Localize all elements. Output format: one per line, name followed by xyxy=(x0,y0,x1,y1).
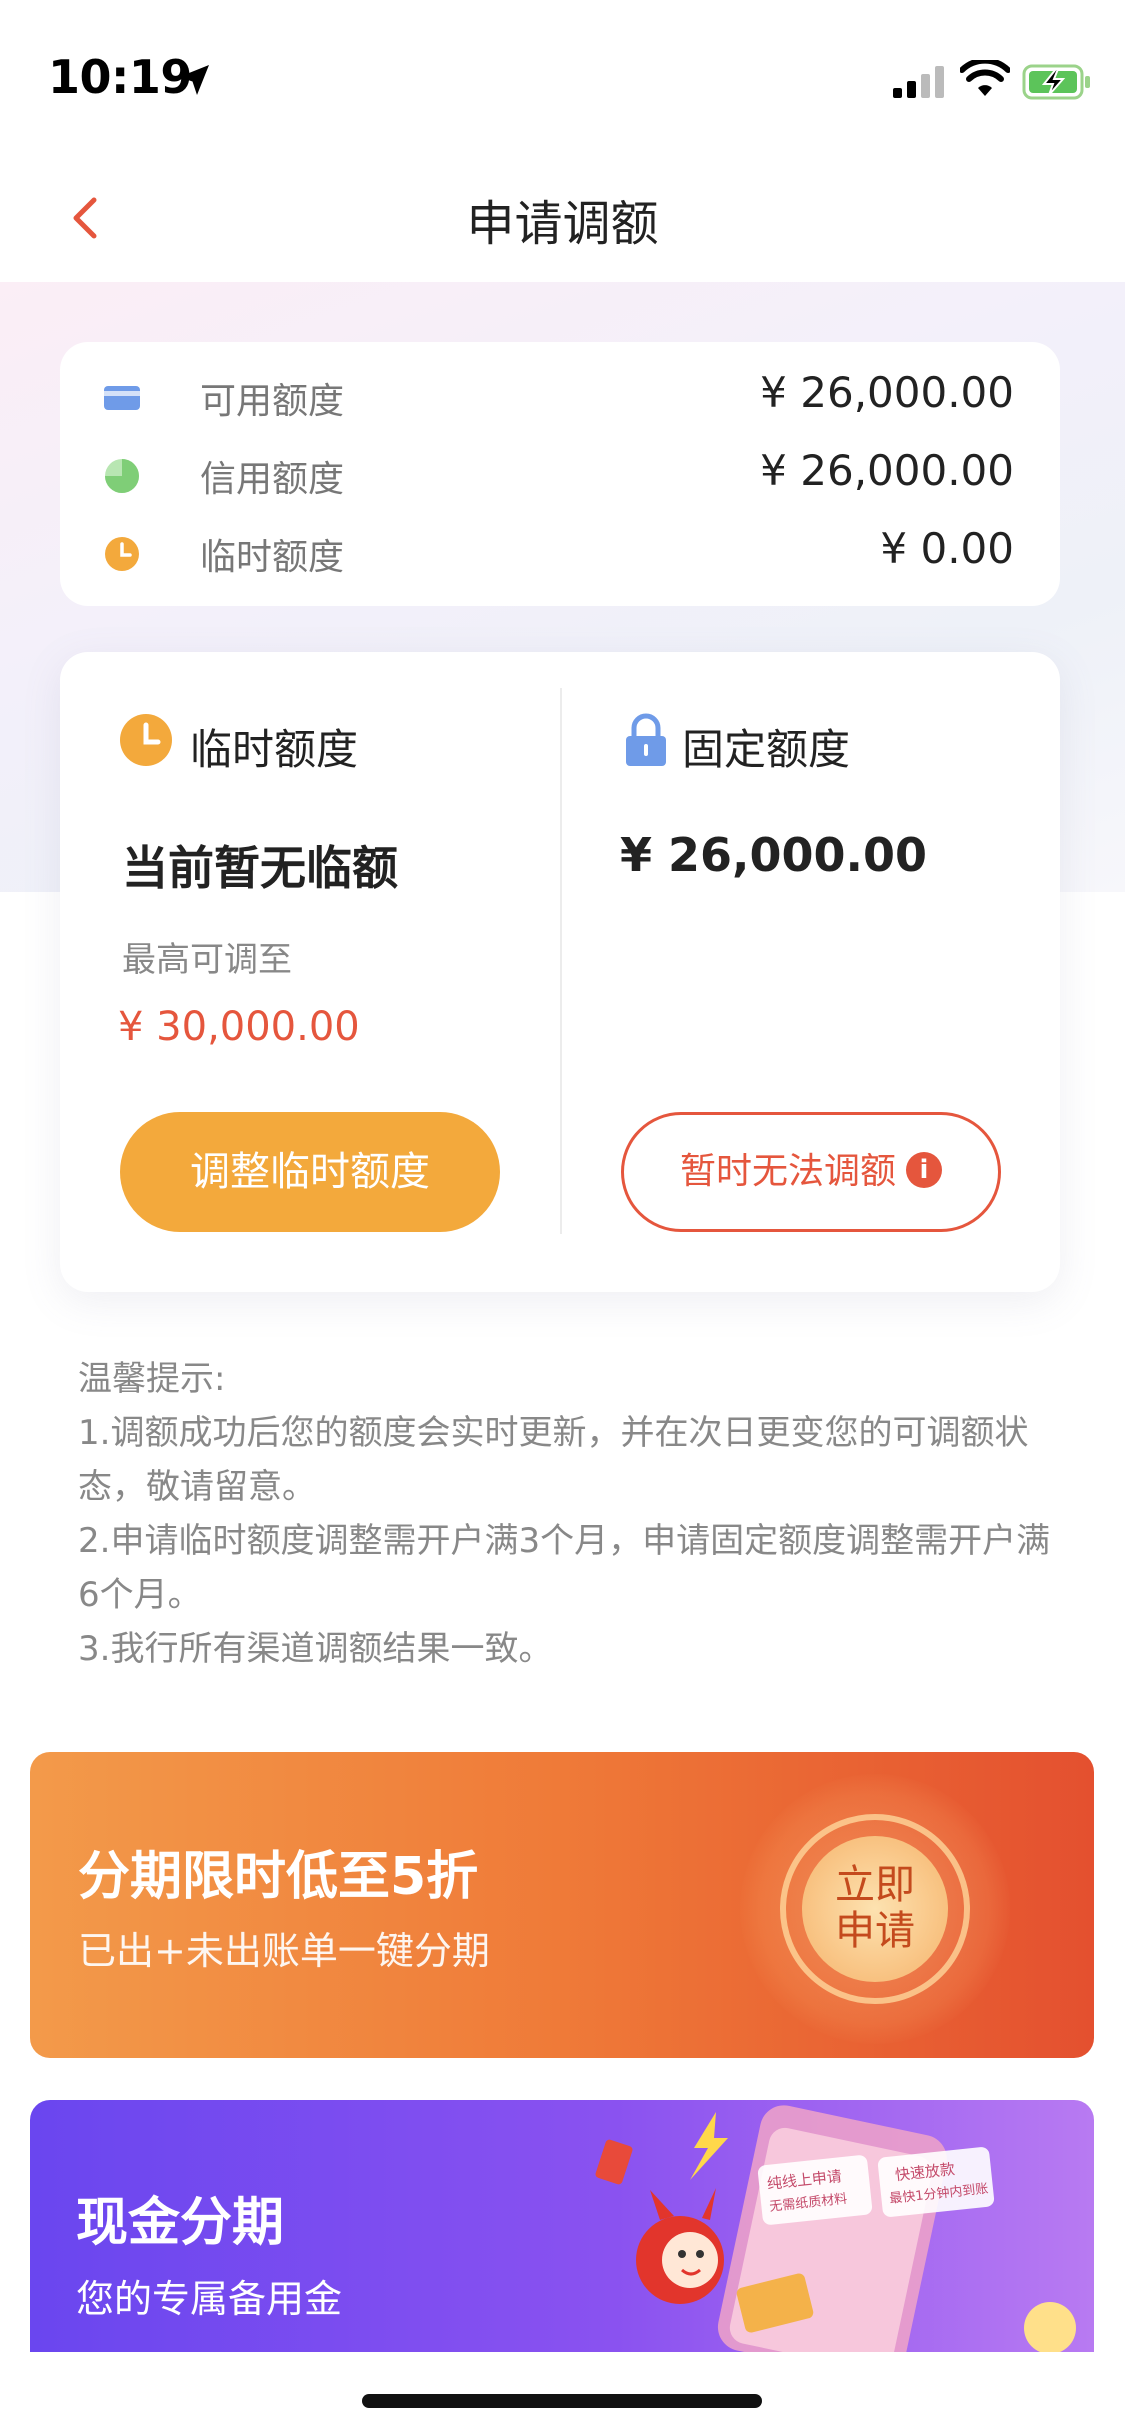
tips-section: 温馨提示: 1.调额成功后您的额度会实时更新，并在次日更变您的可调额状态，敬请留… xyxy=(78,1352,1068,1676)
wifi-icon xyxy=(960,60,1010,96)
navigation-bar: 申请调额 xyxy=(0,150,1125,282)
installment-promo-banner[interactable]: 分期限时低至5折 已出+未出账单一键分期 立即 申请 xyxy=(30,1752,1094,2058)
signal-icon xyxy=(893,66,944,98)
cannot-adjust-label: 暂时无法调额 xyxy=(679,1151,896,1192)
fixed-limit-title: 固定额度 xyxy=(682,725,851,774)
summary-value: ¥ 26,000.00 xyxy=(760,368,1014,417)
summary-row-credit: 信用额度 ¥ 26,000.00 xyxy=(104,444,1014,504)
banner-title: 分期限时低至5折 xyxy=(78,1847,479,1907)
temp-max-value: ¥ 30,000.00 xyxy=(118,1004,360,1050)
fixed-limit-value: ¥ 26,000.00 xyxy=(620,828,928,882)
cannot-adjust-button[interactable]: 暂时无法调额 i xyxy=(621,1112,1001,1232)
tips-item: 3.我行所有渠道调额结果一致。 xyxy=(78,1629,553,1669)
page-title: 申请调额 xyxy=(466,196,659,252)
battery-charging-icon xyxy=(1022,64,1090,100)
temp-limit-title: 临时额度 xyxy=(190,725,359,774)
banner-subtitle: 您的专属备用金 xyxy=(76,2277,343,2321)
apply-now-badge[interactable]: 立即 申请 xyxy=(740,1774,1010,2044)
temp-max-label: 最高可调至 xyxy=(122,940,292,980)
card-icon xyxy=(104,386,140,410)
home-indicator xyxy=(362,2394,762,2408)
summary-label: 可用额度 xyxy=(200,381,345,422)
summary-label: 信用额度 xyxy=(200,459,345,500)
limit-adjust-card: 临时额度 当前暂无临额 最高可调至 ¥ 30,000.00 调整临时额度 固定额… xyxy=(60,652,1060,1292)
badge-core: 立即 申请 xyxy=(802,1836,948,1982)
badge-line: 申请 xyxy=(835,1908,915,1954)
tips-item: 2.申请临时额度调整需开户满3个月，申请固定额度调整需开户满6个月。 xyxy=(78,1521,1051,1615)
badge-line: 立即 xyxy=(835,1862,915,1908)
pie-icon xyxy=(105,459,139,493)
tips-title: 温馨提示: xyxy=(78,1359,226,1399)
column-divider xyxy=(560,688,562,1234)
summary-label: 临时额度 xyxy=(200,537,345,578)
tips-item: 1.调额成功后您的额度会实时更新，并在次日更变您的可调额状态，敬请留意。 xyxy=(78,1413,1029,1507)
banner-subtitle: 已出+未出账单一键分期 xyxy=(78,1929,490,1973)
status-time: 10:19 xyxy=(48,50,192,104)
summary-row-temporary: 临时额度 ¥ 0.00 xyxy=(104,522,1014,582)
summary-value: ¥ 0.00 xyxy=(880,524,1014,573)
clock-icon xyxy=(120,714,172,766)
clock-icon xyxy=(105,537,139,571)
info-icon[interactable]: i xyxy=(906,1152,942,1188)
location-arrow-icon xyxy=(179,65,209,95)
temp-limit-status: 当前暂无临额 xyxy=(122,841,398,895)
lock-icon xyxy=(626,713,666,766)
credit-summary-card: 可用额度 ¥ 26,000.00 信用额度 ¥ 26,000.00 临时额度 ¥… xyxy=(60,342,1060,606)
status-bar: 10:19 xyxy=(0,0,1125,150)
adjust-temp-limit-button[interactable]: 调整临时额度 xyxy=(120,1112,500,1232)
mascot-illustration: 纯线上申请 无需纸质材料 快速放款 最快1分钟内到账 xyxy=(595,2105,1076,2352)
cash-installment-banner[interactable]: 现金分期 您的专属备用金 纯线上申请 无需纸质材料 快速放款 最快1分钟内到账 xyxy=(30,2100,1094,2352)
summary-row-available: 可用额度 ¥ 26,000.00 xyxy=(104,366,1014,426)
summary-value: ¥ 26,000.00 xyxy=(760,446,1014,495)
banner-title: 现金分期 xyxy=(76,2193,285,2253)
